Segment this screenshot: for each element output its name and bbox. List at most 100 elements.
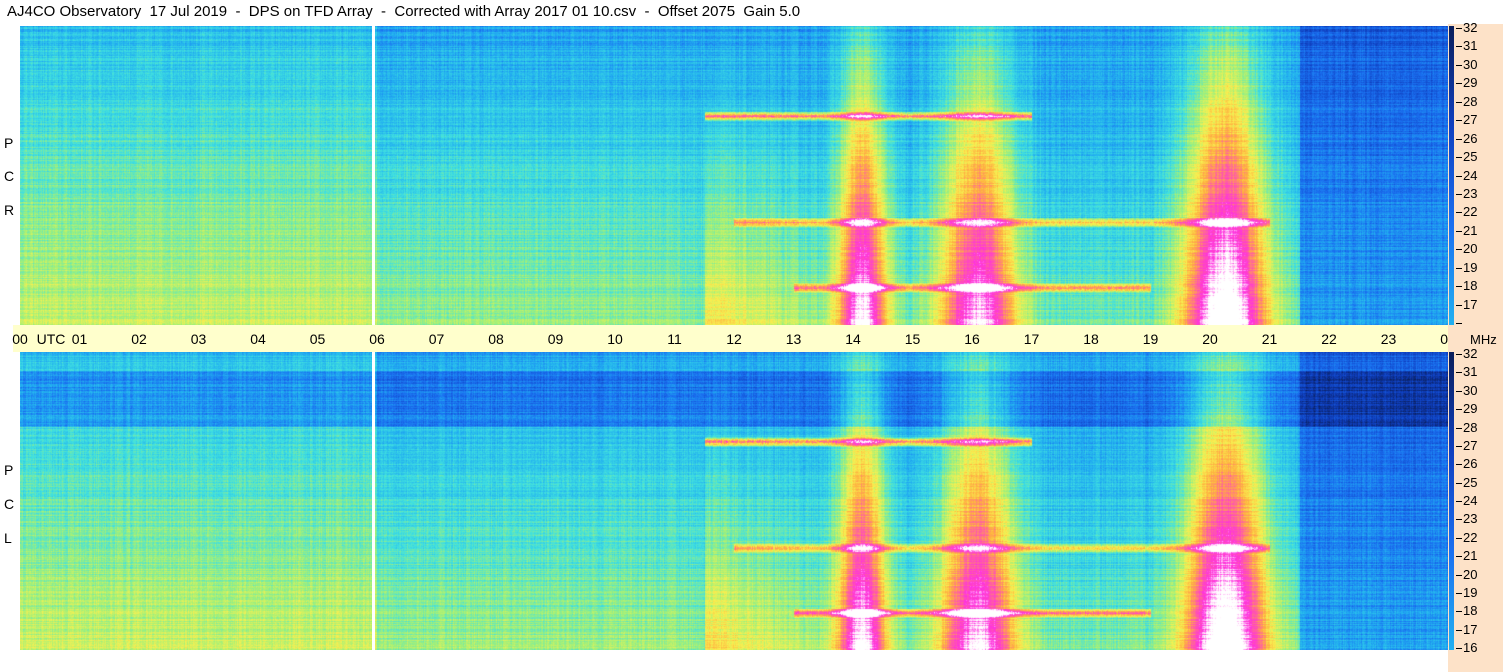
utc-tick-label: 20: [1202, 331, 1218, 347]
utc-tick-label: 17: [1023, 331, 1040, 347]
freq-tick-label: 29: [1463, 75, 1478, 90]
utc-tick-label: 08: [488, 331, 504, 347]
freq-tick-label: 28: [1463, 420, 1478, 435]
freq-tick: [1456, 372, 1462, 373]
freq-tick-label: 17: [1463, 297, 1478, 312]
freq-tick: [1456, 354, 1462, 355]
freq-tick-label: 23: [1463, 511, 1478, 526]
freq-tick-label: 21: [1463, 548, 1478, 563]
freq-tick-label: 30: [1463, 383, 1478, 398]
utc-tick-label: 02: [131, 331, 147, 347]
freq-tick: [1456, 102, 1462, 103]
freq-tick: [1456, 630, 1462, 631]
freq-tick-label: 21: [1463, 223, 1478, 238]
colorbar: [1449, 26, 1454, 325]
freq-tick: [1456, 556, 1462, 557]
freq-tick-label: 18: [1463, 278, 1478, 293]
freq-tick-label: 22: [1463, 204, 1478, 219]
mhz-unit-label: MHz: [1470, 332, 1497, 347]
utc-tick-label: 11: [667, 331, 682, 347]
utc-tick-label: 07: [428, 331, 445, 347]
utc-tick-label: 05: [309, 331, 326, 347]
freq-tick-label: 27: [1463, 438, 1478, 453]
lcp-data-gap: [372, 352, 375, 650]
colorbar: [1449, 352, 1454, 650]
freq-tick: [1456, 176, 1462, 177]
freq-tick-label: 30: [1463, 57, 1478, 72]
freq-tick: [1456, 446, 1462, 447]
freq-tick-label: 26: [1463, 456, 1478, 471]
rcp-heatmap: [20, 26, 1448, 325]
lcp-heatmap: [20, 352, 1448, 650]
rcp-spectrogram: [20, 26, 1448, 325]
rcp-label-c: C: [4, 168, 15, 184]
freq-tick: [1456, 194, 1462, 195]
freq-tick-label: 19: [1463, 260, 1478, 275]
freq-tick-label: 19: [1463, 585, 1478, 600]
freq-tick: [1456, 231, 1462, 232]
freq-tick: [1456, 501, 1462, 502]
utc-tick-label: 13: [785, 331, 802, 347]
utc-tick-label: 14: [845, 331, 861, 347]
utc-tick-label: 01: [71, 331, 88, 347]
lcp-label-p: L: [4, 530, 12, 546]
utc-tick-label: 19: [1142, 331, 1159, 347]
freq-tick-label: 31: [1463, 38, 1478, 53]
freq-tick-label: 18: [1463, 603, 1478, 618]
freq-tick-label: 20: [1463, 241, 1478, 256]
lcp-spectrogram: [20, 352, 1448, 650]
utc-tick-label: 12: [726, 331, 742, 347]
utc-tick-label: 16: [964, 331, 980, 347]
utc-tick-label: 03: [190, 331, 207, 347]
freq-tick-label: 28: [1463, 94, 1478, 109]
freq-tick-label: 17: [1463, 622, 1478, 637]
utc-tick-label: 04: [250, 331, 266, 347]
freq-tick-label: 22: [1463, 530, 1478, 545]
freq-tick: [1456, 28, 1462, 29]
rcp-label-p: R: [4, 202, 15, 218]
freq-tick: [1456, 519, 1462, 520]
lcp-label-c: C: [4, 496, 15, 512]
freq-tick: [1456, 46, 1462, 47]
lcp-label-l: P: [4, 462, 14, 478]
freq-tick: [1456, 593, 1462, 594]
utc-tick-label: 00: [12, 331, 28, 347]
freq-tick: [1456, 268, 1462, 269]
freq-tick: [1456, 286, 1462, 287]
freq-tick: [1456, 575, 1462, 576]
utc-tick-label: 23: [1380, 331, 1397, 347]
utc-tick-label: 09: [547, 331, 564, 347]
freq-tick: [1456, 120, 1462, 121]
freq-tick-label: 32: [1463, 346, 1478, 361]
freq-tick: [1456, 83, 1462, 84]
chart-title: AJ4CO Observatory 17 Jul 2019 - DPS on T…: [7, 3, 801, 20]
freq-tick-label: 24: [1463, 493, 1478, 508]
freq-tick-label: 29: [1463, 401, 1478, 416]
utc-tick-label: 10: [607, 331, 623, 347]
freq-tick: [1456, 464, 1462, 465]
freq-tick: [1456, 249, 1462, 250]
utc-tick-label: 15: [904, 331, 921, 347]
utc-tick-label: 21: [1261, 331, 1278, 347]
freq-tick: [1456, 428, 1462, 429]
freq-tick-label: 26: [1463, 131, 1478, 146]
freq-tick: [1456, 157, 1462, 158]
freq-tick-label: 31: [1463, 364, 1478, 379]
rcp-data-gap: [372, 26, 375, 325]
freq-tick: [1456, 538, 1462, 539]
freq-tick: [1456, 648, 1462, 649]
freq-tick: [1456, 305, 1462, 306]
freq-tick-label: 27: [1463, 112, 1478, 127]
utc-tick-label: 18: [1083, 331, 1099, 347]
freq-tick-label: 20: [1463, 567, 1478, 582]
freq-tick: [1456, 65, 1462, 66]
freq-tick: [1456, 483, 1462, 484]
utc-tick-label: 06: [369, 331, 385, 347]
utc-tick-label: 22: [1321, 331, 1337, 347]
freq-tick-label: 32: [1463, 20, 1478, 35]
utc-axis-label: UTC: [36, 331, 66, 347]
freq-tick-label: 25: [1463, 475, 1478, 490]
utc-axis: UTC 00 01 02 03 04 05 06 07 08 09 10 11 12 13 14 15 16 17…: [12, 325, 1463, 352]
freq-tick: [1456, 409, 1462, 410]
freq-tick: [1456, 391, 1462, 392]
